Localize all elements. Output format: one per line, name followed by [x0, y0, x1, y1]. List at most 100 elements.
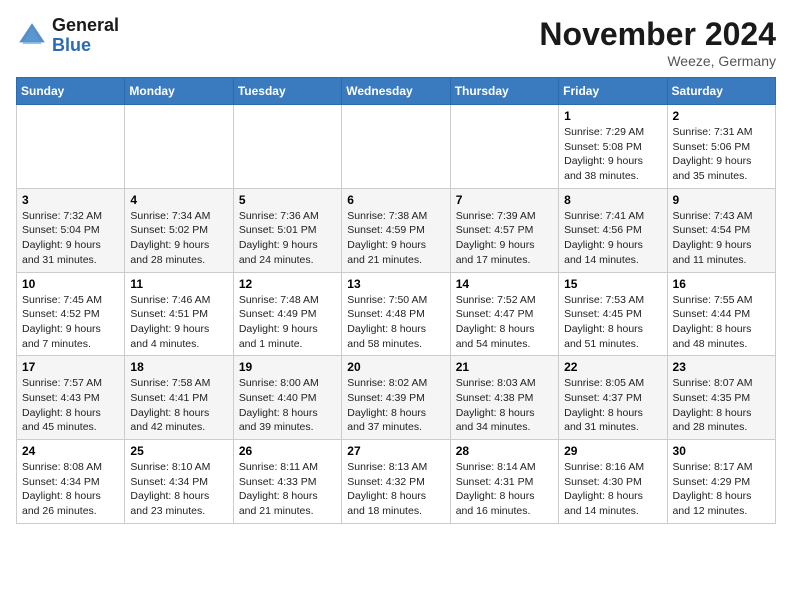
day-info: Sunrise: 7:48 AMSunset: 4:49 PMDaylight:… [239, 293, 336, 352]
day-info: Sunrise: 7:58 AMSunset: 4:41 PMDaylight:… [130, 376, 227, 435]
calendar-cell: 9 Sunrise: 7:43 AMSunset: 4:54 PMDaylight… [667, 188, 775, 272]
day-number: 13 [347, 277, 444, 291]
day-number: 23 [673, 360, 770, 374]
calendar-cell: 18 Sunrise: 7:58 AMSunset: 4:41 PMDayligh… [125, 356, 233, 440]
day-info: Sunrise: 7:46 AMSunset: 4:51 PMDaylight:… [130, 293, 227, 352]
day-number: 12 [239, 277, 336, 291]
calendar-cell [342, 105, 450, 189]
calendar-cell: 5 Sunrise: 7:36 AMSunset: 5:01 PMDaylight… [233, 188, 341, 272]
calendar-cell: 26 Sunrise: 8:11 AMSunset: 4:33 PMDayligh… [233, 440, 341, 524]
day-number: 4 [130, 193, 227, 207]
calendar-cell [233, 105, 341, 189]
month-title: November 2024 [539, 16, 776, 53]
calendar-cell: 2 Sunrise: 7:31 AMSunset: 5:06 PMDaylight… [667, 105, 775, 189]
day-info: Sunrise: 7:45 AMSunset: 4:52 PMDaylight:… [22, 293, 119, 352]
day-info: Sunrise: 7:31 AMSunset: 5:06 PMDaylight:… [673, 125, 770, 184]
calendar-cell: 1 Sunrise: 7:29 AMSunset: 5:08 PMDaylight… [559, 105, 667, 189]
day-number: 11 [130, 277, 227, 291]
week-row-5: 24 Sunrise: 8:08 AMSunset: 4:34 PMDayligh… [17, 440, 776, 524]
day-number: 10 [22, 277, 119, 291]
calendar-cell: 6 Sunrise: 7:38 AMSunset: 4:59 PMDaylight… [342, 188, 450, 272]
calendar-cell: 10 Sunrise: 7:45 AMSunset: 4:52 PMDayligh… [17, 272, 125, 356]
day-info: Sunrise: 7:50 AMSunset: 4:48 PMDaylight:… [347, 293, 444, 352]
title-block: November 2024 Weeze, Germany [539, 16, 776, 69]
calendar-cell: 3 Sunrise: 7:32 AMSunset: 5:04 PMDaylight… [17, 188, 125, 272]
day-info: Sunrise: 8:17 AMSunset: 4:29 PMDaylight:… [673, 460, 770, 519]
day-info: Sunrise: 8:14 AMSunset: 4:31 PMDaylight:… [456, 460, 553, 519]
day-number: 28 [456, 444, 553, 458]
day-number: 15 [564, 277, 661, 291]
day-info: Sunrise: 7:32 AMSunset: 5:04 PMDaylight:… [22, 209, 119, 268]
day-info: Sunrise: 8:08 AMSunset: 4:34 PMDaylight:… [22, 460, 119, 519]
day-number: 17 [22, 360, 119, 374]
calendar-table: SundayMondayTuesdayWednesdayThursdayFrid… [16, 77, 776, 524]
day-info: Sunrise: 8:03 AMSunset: 4:38 PMDaylight:… [456, 376, 553, 435]
day-number: 2 [673, 109, 770, 123]
calendar-cell: 4 Sunrise: 7:34 AMSunset: 5:02 PMDaylight… [125, 188, 233, 272]
day-info: Sunrise: 7:29 AMSunset: 5:08 PMDaylight:… [564, 125, 661, 184]
calendar-cell: 13 Sunrise: 7:50 AMSunset: 4:48 PMDayligh… [342, 272, 450, 356]
day-number: 22 [564, 360, 661, 374]
day-info: Sunrise: 7:57 AMSunset: 4:43 PMDaylight:… [22, 376, 119, 435]
calendar-cell: 30 Sunrise: 8:17 AMSunset: 4:29 PMDayligh… [667, 440, 775, 524]
page-header: General Blue November 2024 Weeze, German… [16, 16, 776, 69]
day-info: Sunrise: 7:36 AMSunset: 5:01 PMDaylight:… [239, 209, 336, 268]
day-info: Sunrise: 8:16 AMSunset: 4:30 PMDaylight:… [564, 460, 661, 519]
day-info: Sunrise: 8:07 AMSunset: 4:35 PMDaylight:… [673, 376, 770, 435]
calendar-cell: 15 Sunrise: 7:53 AMSunset: 4:45 PMDayligh… [559, 272, 667, 356]
day-info: Sunrise: 7:52 AMSunset: 4:47 PMDaylight:… [456, 293, 553, 352]
weekday-header-wednesday: Wednesday [342, 78, 450, 105]
calendar-cell: 19 Sunrise: 8:00 AMSunset: 4:40 PMDayligh… [233, 356, 341, 440]
calendar-cell: 29 Sunrise: 8:16 AMSunset: 4:30 PMDayligh… [559, 440, 667, 524]
day-number: 6 [347, 193, 444, 207]
day-number: 18 [130, 360, 227, 374]
day-number: 25 [130, 444, 227, 458]
calendar-cell [450, 105, 558, 189]
day-info: Sunrise: 7:41 AMSunset: 4:56 PMDaylight:… [564, 209, 661, 268]
week-row-3: 10 Sunrise: 7:45 AMSunset: 4:52 PMDayligh… [17, 272, 776, 356]
week-row-2: 3 Sunrise: 7:32 AMSunset: 5:04 PMDaylight… [17, 188, 776, 272]
day-number: 5 [239, 193, 336, 207]
logo: General Blue [16, 16, 119, 56]
weekday-header-tuesday: Tuesday [233, 78, 341, 105]
calendar-cell: 16 Sunrise: 7:55 AMSunset: 4:44 PMDayligh… [667, 272, 775, 356]
weekday-header-friday: Friday [559, 78, 667, 105]
logo-text: General Blue [52, 16, 119, 56]
day-number: 3 [22, 193, 119, 207]
day-info: Sunrise: 7:53 AMSunset: 4:45 PMDaylight:… [564, 293, 661, 352]
calendar-cell: 28 Sunrise: 8:14 AMSunset: 4:31 PMDayligh… [450, 440, 558, 524]
calendar-cell: 8Sunrise: 7:41 AMSunset: 4:56 PMDaylight… [559, 188, 667, 272]
day-number: 9 [673, 193, 770, 207]
calendar-cell: 23 Sunrise: 8:07 AMSunset: 4:35 PMDayligh… [667, 356, 775, 440]
day-number: 16 [673, 277, 770, 291]
calendar-cell: 24 Sunrise: 8:08 AMSunset: 4:34 PMDayligh… [17, 440, 125, 524]
logo-icon [16, 20, 48, 52]
day-info: Sunrise: 8:13 AMSunset: 4:32 PMDaylight:… [347, 460, 444, 519]
day-number: 24 [22, 444, 119, 458]
day-number: 27 [347, 444, 444, 458]
day-info: Sunrise: 8:05 AMSunset: 4:37 PMDaylight:… [564, 376, 661, 435]
day-number: 29 [564, 444, 661, 458]
day-number: 19 [239, 360, 336, 374]
weekday-header-saturday: Saturday [667, 78, 775, 105]
day-info: Sunrise: 7:38 AMSunset: 4:59 PMDaylight:… [347, 209, 444, 268]
day-number: 1 [564, 109, 661, 123]
week-row-1: 1 Sunrise: 7:29 AMSunset: 5:08 PMDaylight… [17, 105, 776, 189]
day-number: 26 [239, 444, 336, 458]
calendar-cell: 25 Sunrise: 8:10 AMSunset: 4:34 PMDayligh… [125, 440, 233, 524]
calendar-cell: 20Sunrise: 8:02 AMSunset: 4:39 PMDayligh… [342, 356, 450, 440]
day-info: Sunrise: 8:10 AMSunset: 4:34 PMDaylight:… [130, 460, 227, 519]
day-number: 30 [673, 444, 770, 458]
day-info: Sunrise: 7:34 AMSunset: 5:02 PMDaylight:… [130, 209, 227, 268]
weekday-header-row: SundayMondayTuesdayWednesdayThursdayFrid… [17, 78, 776, 105]
calendar-cell: 22 Sunrise: 8:05 AMSunset: 4:37 PMDayligh… [559, 356, 667, 440]
calendar-cell: 12 Sunrise: 7:48 AMSunset: 4:49 PMDayligh… [233, 272, 341, 356]
day-info: Sunrise: 8:02 AMSunset: 4:39 PMDaylight:… [347, 376, 444, 435]
day-info: Sunrise: 7:55 AMSunset: 4:44 PMDaylight:… [673, 293, 770, 352]
day-info: Sunrise: 7:43 AMSunset: 4:54 PMDaylight:… [673, 209, 770, 268]
day-info: Sunrise: 8:00 AMSunset: 4:40 PMDaylight:… [239, 376, 336, 435]
day-info: Sunrise: 8:11 AMSunset: 4:33 PMDaylight:… [239, 460, 336, 519]
calendar-cell [125, 105, 233, 189]
calendar-cell: 7Sunrise: 7:39 AMSunset: 4:57 PMDaylight… [450, 188, 558, 272]
location: Weeze, Germany [539, 53, 776, 69]
